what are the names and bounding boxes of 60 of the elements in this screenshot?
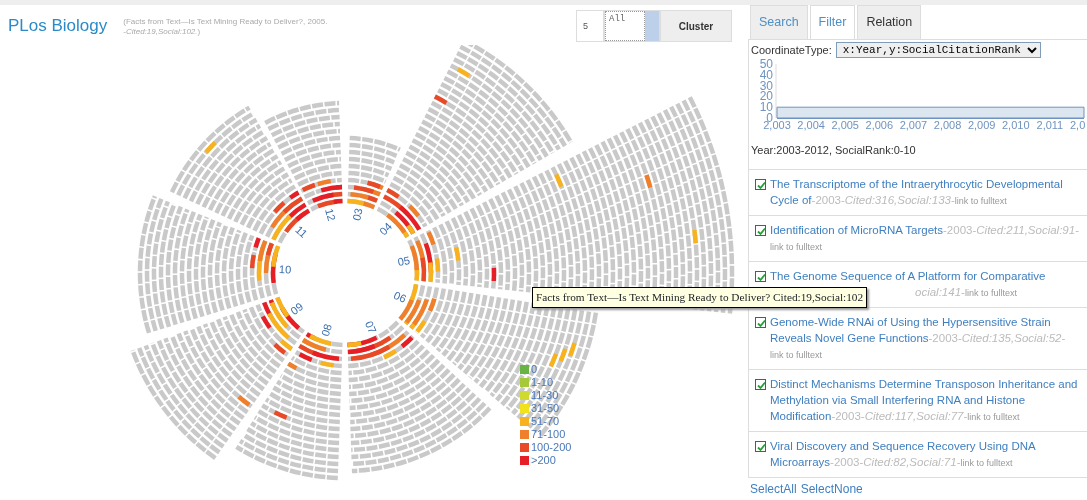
article-entry[interactable]: The Transcriptome of the Intraerythrocytic Developmental Cycle of-2003-Cited:316,Social:133-link to fulltext [770, 175, 1081, 209]
fulltext-link[interactable]: link to fulltext [954, 195, 1007, 206]
selected-article-caption: (Facts from Text—Is Text Mining Ready to Deliver?, 2005. -Cited:19,Social:102.) [123, 17, 328, 38]
tooltip: Facts from Text—Is Text Mining Ready to Deliver? Cited:19,Social:102 [532, 287, 868, 308]
legend-label: 0 [531, 363, 538, 376]
x-tick-label: 2,010 [1002, 119, 1030, 132]
article-stats-line: ocial:141-link to fulltext [915, 284, 1018, 300]
year-label: 09 [288, 300, 306, 318]
coordinate-type-label: CoordinateType: [751, 42, 832, 58]
legend-label: 100-200 [531, 441, 572, 454]
category-dropdown[interactable]: All [604, 10, 660, 42]
fulltext-link[interactable]: link to fulltext [770, 241, 823, 252]
select-link[interactable]: SelectNone [800, 480, 863, 498]
year-label: 05 [396, 253, 411, 268]
cluster-count-field[interactable]: 5 [576, 10, 604, 42]
year-label: 10 [278, 263, 292, 276]
fulltext-link[interactable]: link to fulltext [960, 457, 1013, 468]
year-label: 06 [392, 288, 409, 305]
checkbox[interactable] [755, 316, 766, 328]
x-tick-label: 2,008 [933, 119, 962, 132]
legend-label: 1-10 [531, 376, 554, 389]
article-entry[interactable]: Viral Discovery and Sequence Recovery Using DNA Microarrays-2003-Cited:82,Social:71-link to fulltext [770, 437, 1081, 471]
tab[interactable]: Filter [809, 5, 856, 39]
x-tick-label: 2,004 [797, 119, 825, 132]
checkbox[interactable] [755, 178, 766, 190]
x-tick-label: 2,005 [831, 119, 859, 132]
tab[interactable]: Search [750, 5, 808, 39]
x-tick-label: 2,011 [1036, 119, 1064, 132]
legend-label: >200 [531, 454, 556, 467]
x-tick-label: 2,006 [865, 119, 894, 132]
x-tick-label: 2,0 [1070, 119, 1086, 132]
fulltext-link[interactable]: link to fulltext [770, 349, 823, 360]
tab[interactable]: Relation [857, 5, 922, 39]
checkbox[interactable] [755, 224, 766, 236]
x-tick-label: 2,009 [967, 119, 996, 132]
year-label: 07 [362, 319, 379, 336]
article-entry[interactable]: Distinct Mechanisms Determine Transposon Inheritance and Methylation via Small Interfering RNA and Histone Modification-2003-Cited:117,Social:77-link to fulltext [770, 375, 1081, 425]
fulltext-link[interactable]: link to fulltext [964, 287, 1017, 298]
article-entry[interactable]: The Genome Sequence of A Platform for Comparative [770, 267, 1081, 284]
filter-summary: Year:2003-2012, SocialRank:0-10 [751, 143, 917, 159]
coordinate-type-dropdown[interactable]: x:Year,y:SocialCitationRank [835, 42, 1041, 58]
legend-label: 71-100 [531, 428, 566, 441]
page-title: PLos Biology [8, 15, 108, 37]
legend-label: 31-50 [531, 402, 560, 415]
x-tick-label: 2,007 [899, 119, 928, 132]
cluster-button[interactable]: Cluster [660, 10, 732, 42]
checkbox[interactable] [755, 378, 766, 390]
checkbox[interactable] [755, 270, 766, 282]
year-label: 04 [376, 220, 395, 238]
fulltext-link[interactable]: link to fulltext [967, 411, 1020, 422]
checkbox[interactable] [755, 440, 766, 452]
year-label: 11 [293, 223, 310, 240]
legend-label: 11-30 [531, 389, 559, 402]
select-link[interactable]: SelectAll [750, 480, 797, 498]
article-entry[interactable]: Identification of MicroRNA Targets-2003-Cited:211,Social:91- link to fulltext [770, 221, 1081, 255]
year-label: 12 [323, 207, 338, 223]
article-entry[interactable]: Genome-Wide RNAi of Using the Hypersensitive Strain Reveals Novel Gene Functions-2003-Cited:135,Social:52- link to fulltext [770, 313, 1081, 363]
year-label: 03 [350, 206, 365, 222]
year-label: 08 [318, 322, 334, 338]
legend-label: 51-70 [531, 415, 560, 428]
